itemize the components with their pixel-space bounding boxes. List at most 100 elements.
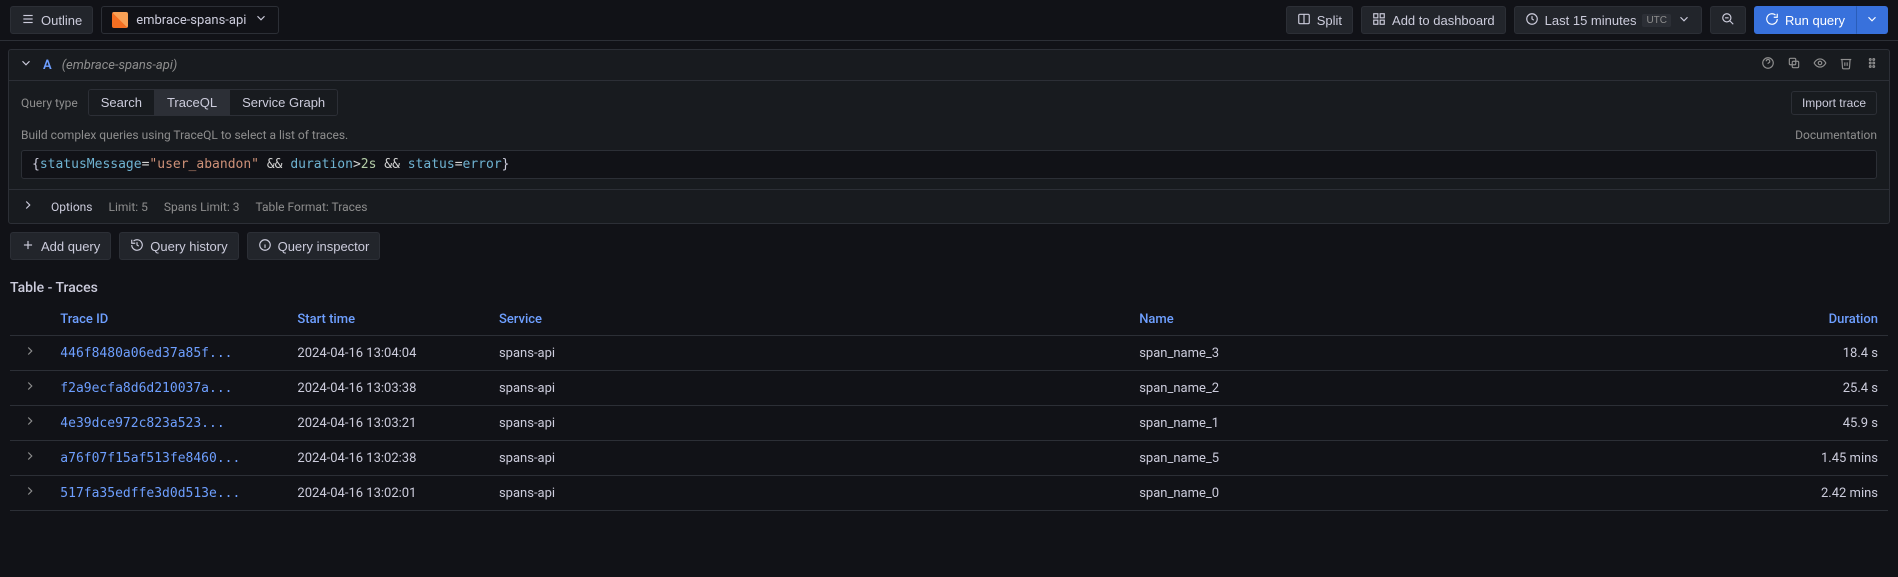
trace-id-link[interactable]: a76f07f15af513fe8460...: [60, 451, 240, 466]
time-range-button[interactable]: Last 15 minutes UTC: [1514, 6, 1702, 34]
apps-icon: [1372, 12, 1386, 29]
query-history-label: Query history: [150, 239, 227, 254]
add-to-dashboard-label: Add to dashboard: [1392, 13, 1495, 28]
expand-row-button[interactable]: [10, 476, 50, 511]
expand-row-button[interactable]: [10, 406, 50, 441]
table-header-row: Trace ID Start time Service Name Duratio…: [10, 304, 1888, 336]
options-row: Options Limit: 5 Spans Limit: 3 Table Fo…: [9, 189, 1889, 223]
query-inspector-button[interactable]: Query inspector: [247, 232, 381, 260]
chevron-down-icon: [254, 11, 268, 29]
query-row-a: A (embrace-spans-api) Query type Search …: [8, 49, 1890, 224]
tok-attr: status: [40, 157, 87, 172]
traceql-editor[interactable]: {statusMessage="user_abandon" && duratio…: [21, 150, 1877, 179]
sync-icon: [1765, 12, 1779, 29]
tok-eq: =: [455, 157, 463, 172]
col-duration[interactable]: Duration: [1769, 304, 1888, 336]
trace-id-link[interactable]: 4e39dce972c823a523...: [60, 416, 224, 431]
chevron-right-icon[interactable]: [21, 198, 35, 215]
cell-start-time: 2024-04-16 13:03:21: [287, 406, 489, 441]
info-icon: [258, 238, 272, 255]
datasource-name: embrace-spans-api: [136, 13, 246, 28]
zoom-out-button[interactable]: [1710, 6, 1746, 34]
trace-id-link[interactable]: 517fa35edffe3d0d513e...: [60, 486, 240, 501]
cell-start-time: 2024-04-16 13:02:01: [287, 476, 489, 511]
query-inspector-label: Query inspector: [278, 239, 370, 254]
run-query-label: Run query: [1785, 13, 1845, 28]
outline-label: Outline: [41, 13, 82, 28]
cell-name: span_name_0: [1129, 476, 1769, 511]
list-icon: [21, 12, 35, 29]
add-to-dashboard-button[interactable]: Add to dashboard: [1361, 6, 1506, 34]
cell-duration: 18.4 s: [1769, 336, 1888, 371]
options-toggle[interactable]: Options: [51, 200, 93, 214]
query-history-button[interactable]: Query history: [119, 232, 238, 260]
tab-search[interactable]: Search: [89, 90, 155, 115]
time-range-label: Last 15 minutes: [1545, 13, 1637, 28]
results-table-section: Table - Traces Trace ID Start time Servi…: [0, 272, 1898, 519]
search-minus-icon: [1721, 12, 1735, 29]
eye-icon[interactable]: [1813, 56, 1827, 74]
col-name[interactable]: Name: [1129, 304, 1769, 336]
table-row: a76f07f15af513fe8460... 2024-04-16 13:02:…: [10, 441, 1888, 476]
history-icon: [130, 238, 144, 255]
chevron-down-icon: [1677, 12, 1691, 29]
table-row: 517fa35edffe3d0d513e... 2024-04-16 13:02:…: [10, 476, 1888, 511]
query-actions: Add query Query history Query inspector: [0, 232, 1898, 272]
query-letter: A: [43, 58, 52, 73]
datasource-picker[interactable]: embrace-spans-api: [101, 6, 279, 34]
table-row: f2a9ecfa8d6d210037a... 2024-04-16 13:03:3…: [10, 371, 1888, 406]
expand-row-button[interactable]: [10, 441, 50, 476]
help-icon[interactable]: [1761, 56, 1775, 74]
chevron-down-icon[interactable]: [19, 56, 33, 74]
cell-name: span_name_3: [1129, 336, 1769, 371]
run-query-dropdown[interactable]: [1856, 6, 1888, 34]
query-header-actions: [1761, 56, 1879, 74]
trash-icon[interactable]: [1839, 56, 1853, 74]
top-toolbar: Outline embrace-spans-api Split Add to d…: [0, 0, 1898, 41]
col-service[interactable]: Service: [489, 304, 1129, 336]
cell-start-time: 2024-04-16 13:03:38: [287, 371, 489, 406]
tok-brace-open: {: [32, 157, 40, 172]
cell-service: spans-api: [489, 476, 1129, 511]
split-button[interactable]: Split: [1286, 6, 1353, 34]
table-title: Table - Traces: [10, 280, 1888, 296]
tok-string: "user_abandon": [149, 157, 259, 172]
cell-service: spans-api: [489, 336, 1129, 371]
query-ds-name: (embrace-spans-api): [62, 58, 178, 73]
tok-attr: duration: [290, 157, 353, 172]
query-header: A (embrace-spans-api): [9, 50, 1889, 81]
expand-row-button[interactable]: [10, 371, 50, 406]
cell-name: span_name_1: [1129, 406, 1769, 441]
table-row: 446f8480a06ed37a85f... 2024-04-16 13:04:0…: [10, 336, 1888, 371]
options-table-format: Table Format: Traces: [255, 200, 367, 214]
cell-service: spans-api: [489, 441, 1129, 476]
tab-service-graph[interactable]: Service Graph: [230, 90, 337, 115]
tempo-logo-icon: [112, 12, 128, 28]
import-trace-button[interactable]: Import trace: [1791, 91, 1877, 115]
documentation-link[interactable]: Documentation: [1795, 128, 1877, 142]
trace-id-link[interactable]: 446f8480a06ed37a85f...: [60, 346, 232, 361]
split-label: Split: [1317, 13, 1342, 28]
trace-id-link[interactable]: f2a9ecfa8d6d210037a...: [60, 381, 232, 396]
cell-start-time: 2024-04-16 13:02:38: [287, 441, 489, 476]
cell-start-time: 2024-04-16 13:04:04: [287, 336, 489, 371]
add-query-button[interactable]: Add query: [10, 232, 111, 260]
drag-handle-icon[interactable]: [1865, 56, 1879, 74]
tok-val: 2s: [361, 157, 377, 172]
tok-and: &&: [376, 157, 407, 172]
chevron-down-icon: [1865, 12, 1879, 29]
table-row: 4e39dce972c823a523... 2024-04-16 13:03:21…: [10, 406, 1888, 441]
tok-brace-close: }: [502, 157, 510, 172]
clock-icon: [1525, 12, 1539, 29]
tok-attr: status: [408, 157, 455, 172]
tok-gt: >: [353, 157, 361, 172]
query-type-tabs: Search TraceQL Service Graph: [88, 89, 338, 116]
run-query-button[interactable]: Run query: [1754, 6, 1856, 34]
expand-row-button[interactable]: [10, 336, 50, 371]
col-trace-id[interactable]: Trace ID: [50, 304, 287, 336]
copy-icon[interactable]: [1787, 56, 1801, 74]
outline-button[interactable]: Outline: [10, 6, 93, 34]
tok-and: &&: [259, 157, 290, 172]
tab-traceql[interactable]: TraceQL: [155, 90, 230, 115]
col-start-time[interactable]: Start time: [287, 304, 489, 336]
